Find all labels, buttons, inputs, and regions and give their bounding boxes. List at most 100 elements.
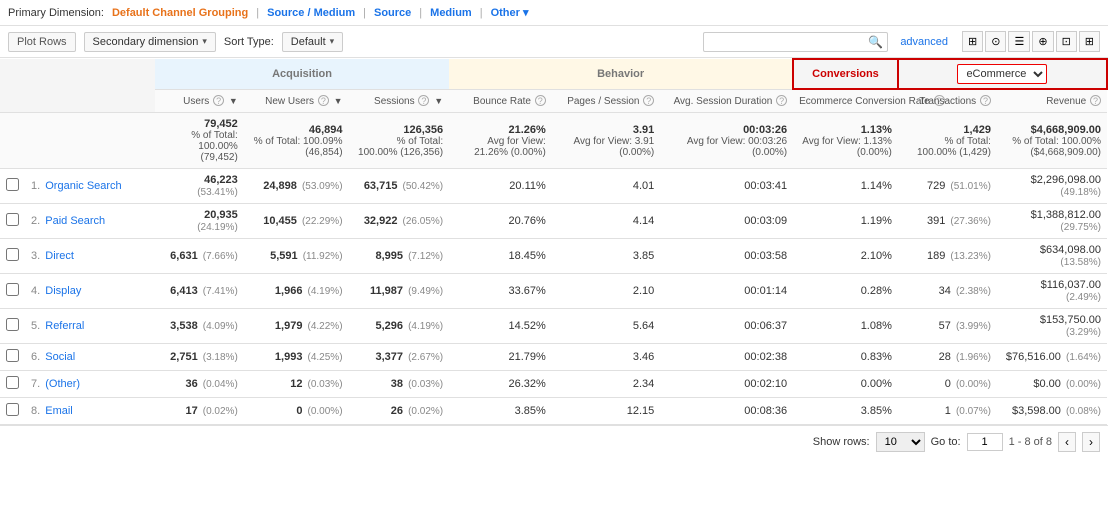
chevron-down-icon2: ▾: [330, 36, 335, 47]
users-cell: 6,631 (7.66%): [155, 239, 244, 274]
channel-link[interactable]: Direct: [45, 250, 74, 262]
sort-new-users-icon[interactable]: ▼: [334, 96, 343, 106]
plus-view-icon[interactable]: ⊕: [1032, 31, 1053, 52]
table-row: 1. Organic Search 46,223 (53.41%) 24,898…: [0, 169, 1107, 204]
search-input[interactable]: [708, 36, 868, 48]
users-header: Users ? ▼: [155, 89, 244, 113]
row-number: 2.: [31, 215, 40, 227]
table-row: 2. Paid Search 20,935 (24.19%) 10,455 (2…: [0, 204, 1107, 239]
group-header-row: Acquisition Behavior Conversions eCommer…: [0, 59, 1107, 89]
new-users-cell: 10,455 (22.29%): [244, 204, 349, 239]
checkbox-header: [0, 59, 25, 113]
dimension-header: [25, 59, 155, 113]
sessions-header: Sessions ? ▼: [349, 89, 450, 113]
row-checkbox-cell[interactable]: [0, 169, 25, 204]
users-cell: 17 (0.02%): [155, 398, 244, 425]
advanced-link[interactable]: advanced: [900, 36, 948, 48]
row-checkbox-cell[interactable]: [0, 371, 25, 398]
table-row: 6. Social 2,751 (3.18%) 1,993 (4.25%) 3,…: [0, 344, 1107, 371]
revenue-cell: $76,516.00 (1.64%): [997, 344, 1107, 371]
channel-link[interactable]: Referral: [45, 320, 84, 332]
row-checkbox[interactable]: [6, 248, 19, 261]
channel-link[interactable]: Organic Search: [45, 180, 121, 192]
goto-input[interactable]: [967, 433, 1003, 451]
show-rows-label: Show rows:: [813, 436, 870, 448]
ecommerce-rate-cell: 0.83%: [793, 344, 898, 371]
channel-cell: 5. Referral: [25, 309, 155, 344]
transactions-cell: 28 (1.96%): [898, 344, 997, 371]
pages-session-cell: 4.14: [552, 204, 660, 239]
totals-label: [25, 113, 155, 169]
sort-users-icon[interactable]: ▼: [229, 96, 238, 106]
list-view-icon[interactable]: ☰: [1008, 31, 1030, 52]
revenue-cell: $2,296,098.00 (49.18%): [997, 169, 1107, 204]
table-row: 8. Email 17 (0.02%) 0 (0.00%) 26 (0.02%)…: [0, 398, 1107, 425]
bounce-rate-cell: 3.85%: [449, 398, 552, 425]
row-checkbox[interactable]: [6, 213, 19, 226]
data-table: Acquisition Behavior Conversions eCommer…: [0, 58, 1108, 425]
row-checkbox-cell[interactable]: [0, 239, 25, 274]
sort-default-dropdown[interactable]: Default ▾: [282, 32, 343, 52]
avg-session-cell: 00:03:09: [660, 204, 793, 239]
behavior-group-header: Behavior: [449, 59, 793, 89]
compare-view-icon[interactable]: ⊡: [1056, 31, 1077, 52]
users-cell: 36 (0.04%): [155, 371, 244, 398]
row-checkbox-cell[interactable]: [0, 309, 25, 344]
row-checkbox-cell[interactable]: [0, 344, 25, 371]
multi-view-icon[interactable]: ⊞: [1079, 31, 1100, 52]
revenue-cell: $153,750.00 (3.29%): [997, 309, 1107, 344]
revenue-cell: $0.00 (0.00%): [997, 371, 1107, 398]
channel-link[interactable]: Paid Search: [45, 215, 105, 227]
search-icon[interactable]: 🔍: [868, 35, 883, 49]
ecommerce-dropdown[interactable]: eCommerce: [957, 64, 1047, 84]
channel-link[interactable]: Email: [45, 405, 73, 417]
help-icon6: ?: [776, 95, 787, 106]
channel-link[interactable]: Display: [45, 285, 81, 297]
avg-session-cell: 00:08:36: [660, 398, 793, 425]
medium-link[interactable]: Medium: [430, 7, 472, 19]
conversions-group-header[interactable]: Conversions: [793, 59, 898, 89]
table-row: 3. Direct 6,631 (7.66%) 5,591 (11.92%) 8…: [0, 239, 1107, 274]
channel-link[interactable]: Social: [45, 351, 75, 363]
ecommerce-rate-cell: 0.28%: [793, 274, 898, 309]
next-page-button[interactable]: ›: [1082, 432, 1100, 452]
other-link[interactable]: Other ▾: [491, 6, 529, 19]
pages-session-cell: 2.10: [552, 274, 660, 309]
row-number: 6.: [31, 351, 40, 363]
row-checkbox-cell[interactable]: [0, 274, 25, 309]
bounce-rate-cell: 14.52%: [449, 309, 552, 344]
prev-page-button[interactable]: ‹: [1058, 432, 1076, 452]
secondary-dimension-dropdown[interactable]: Secondary dimension ▾: [84, 32, 216, 52]
avg-session-cell: 00:03:41: [660, 169, 793, 204]
revenue-cell: $1,388,812.00 (29.75%): [997, 204, 1107, 239]
ecommerce-rate-cell: 1.08%: [793, 309, 898, 344]
row-checkbox-cell[interactable]: [0, 398, 25, 425]
totals-new-users: 46,894 % of Total: 100.09% (46,854): [244, 113, 349, 169]
avg-session-header: Avg. Session Duration ?: [660, 89, 793, 113]
grid-view-icon[interactable]: ⊞: [962, 31, 983, 52]
secondary-dimension-label: Secondary dimension: [93, 36, 199, 48]
new-users-cell: 1,979 (4.22%): [244, 309, 349, 344]
row-checkbox[interactable]: [6, 283, 19, 296]
source-medium-link[interactable]: Source / Medium: [267, 7, 355, 19]
row-checkbox[interactable]: [6, 349, 19, 362]
channel-link[interactable]: (Other): [45, 378, 80, 390]
ecommerce-rate-cell: 1.19%: [793, 204, 898, 239]
sessions-cell: 5,296 (4.19%): [349, 309, 450, 344]
row-checkbox[interactable]: [6, 376, 19, 389]
table-row: 7. (Other) 36 (0.04%) 12 (0.03%) 38 (0.0…: [0, 371, 1107, 398]
default-channel-link[interactable]: Default Channel Grouping: [112, 7, 248, 19]
plot-rows-button[interactable]: Plot Rows: [8, 32, 76, 52]
pie-view-icon[interactable]: ⊙: [985, 31, 1006, 52]
help-icon2: ?: [318, 95, 329, 106]
totals-sessions: 126,356 % of Total: 100.00% (126,356): [349, 113, 450, 169]
revenue-cell: $634,098.00 (13.58%): [997, 239, 1107, 274]
row-checkbox[interactable]: [6, 318, 19, 331]
sessions-cell: 11,987 (9.49%): [349, 274, 450, 309]
row-checkbox[interactable]: [6, 403, 19, 416]
sort-sessions-icon[interactable]: ▼: [434, 96, 443, 106]
row-checkbox[interactable]: [6, 178, 19, 191]
source-link[interactable]: Source: [374, 7, 411, 19]
row-checkbox-cell[interactable]: [0, 204, 25, 239]
show-rows-select[interactable]: 102550100: [876, 432, 925, 452]
